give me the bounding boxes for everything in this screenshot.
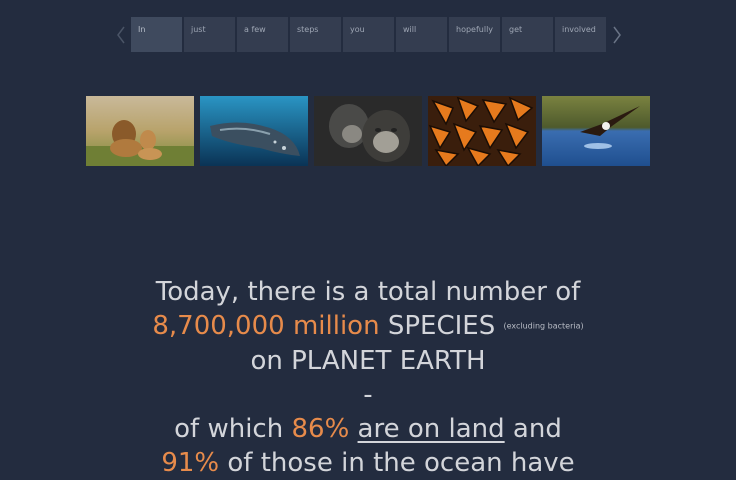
statement-line-1: Today, there is a total number of: [155, 277, 581, 307]
lions-photo[interactable]: [86, 96, 194, 166]
step-list: In just a few steps you will hopefully g…: [131, 17, 606, 52]
step-tab-a-few[interactable]: a few: [237, 17, 288, 52]
step-navigation: In just a few steps you will hopefully g…: [110, 17, 627, 52]
land-percentage: 86%: [291, 413, 350, 444]
prev-arrow[interactable]: [110, 17, 131, 52]
step-tab-in[interactable]: In: [131, 17, 182, 52]
statement-line-4: of which 86% are on land and: [0, 412, 736, 446]
statement-line-5: 91% of those in the ocean have: [0, 446, 736, 480]
statement-dash: -: [363, 379, 373, 410]
statement-line-2: 8,700,000 million SPECIES (excluding bac…: [0, 309, 736, 344]
species-statement: Today, there is a total number of 8,700,…: [0, 275, 736, 480]
step-tab-steps[interactable]: steps: [290, 17, 341, 52]
whale-photo[interactable]: [200, 96, 308, 166]
statement-line-3: on PLANET EARTH: [250, 345, 486, 376]
chimpanzees-photo[interactable]: [314, 96, 422, 166]
photo-gallery: [86, 96, 650, 166]
species-label: SPECIES: [387, 311, 496, 341]
step-tab-just[interactable]: just: [184, 17, 235, 52]
step-tab-will[interactable]: will: [396, 17, 447, 52]
monarch-butterflies-photo[interactable]: [428, 96, 536, 166]
step-tab-hopefully[interactable]: hopefully: [449, 17, 500, 52]
sea-percentage: 91%: [161, 447, 220, 478]
step-tab-you[interactable]: you: [343, 17, 394, 52]
next-arrow[interactable]: [606, 17, 627, 52]
chevron-right-icon: [612, 26, 621, 43]
ocean-text: of those in the ocean have: [227, 447, 575, 478]
step-tab-get[interactable]: get: [502, 17, 553, 52]
excluding-note: (excluding bacteria): [503, 321, 584, 331]
on-land-text: are on land: [357, 413, 505, 444]
of-which-text: of which: [174, 413, 284, 444]
chevron-left-icon: [116, 26, 125, 43]
step-tab-involved[interactable]: involved: [555, 17, 606, 52]
eagle-photo[interactable]: [542, 96, 650, 166]
species-count: 8,700,000 million: [152, 311, 380, 341]
and-text: and: [512, 413, 562, 444]
